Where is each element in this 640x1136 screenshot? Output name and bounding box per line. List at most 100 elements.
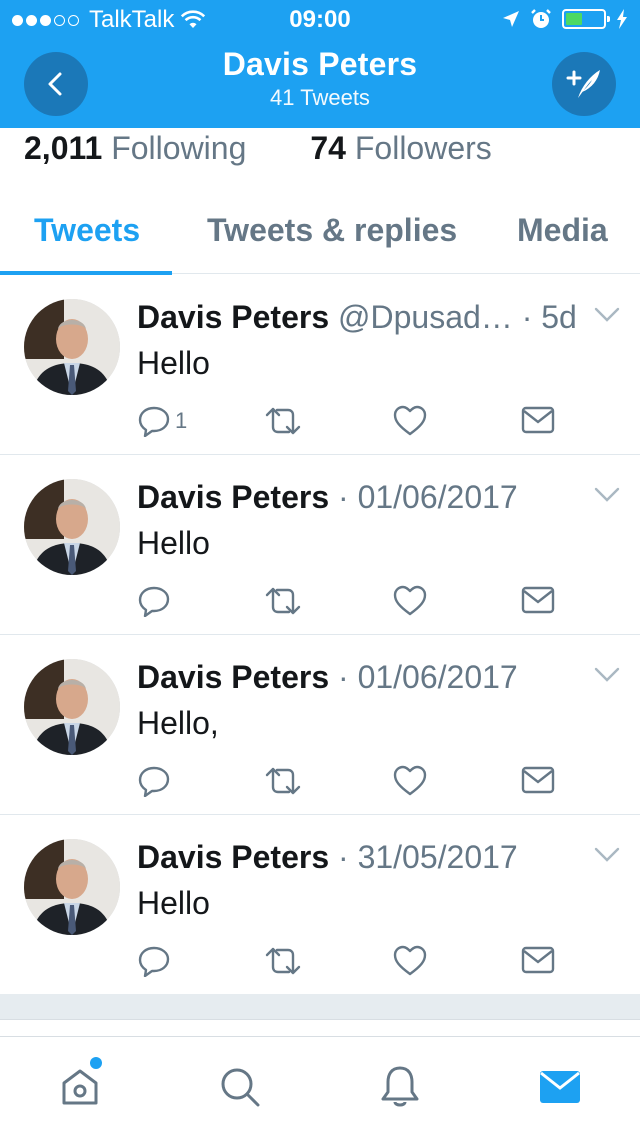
tweet-actions — [137, 945, 567, 987]
tweet-row[interactable]: Davis Peters · 31/05/2017 Hello — [0, 815, 640, 995]
tweet-header: Davis Peters @Dpusad… · 5d — [137, 295, 577, 339]
tweet-author-name[interactable]: Davis Peters — [137, 839, 329, 875]
heart-icon — [393, 945, 427, 976]
reply-icon — [138, 766, 170, 797]
retweet-button[interactable] — [263, 405, 303, 437]
compose-tweet-icon — [566, 70, 600, 98]
tab-tweets-and-replies[interactable]: Tweets & replies — [207, 188, 457, 274]
tweet-author-name[interactable]: Davis Peters — [137, 299, 329, 335]
messages-icon — [540, 1071, 580, 1103]
avatar-image — [24, 659, 120, 755]
like-button[interactable] — [393, 945, 427, 977]
reply-button[interactable] — [137, 765, 175, 797]
envelope-icon — [521, 406, 555, 434]
retweet-icon — [265, 947, 301, 975]
reply-count: 1 — [175, 408, 188, 433]
heart-icon — [393, 765, 427, 796]
compose-tweet-button[interactable] — [552, 52, 616, 116]
retweet-button[interactable] — [263, 945, 303, 977]
bottom-tab-bar — [0, 1036, 640, 1136]
tweet-author-name[interactable]: Davis Peters — [137, 659, 329, 695]
tweet-actions — [137, 585, 567, 627]
direct-message-button[interactable] — [521, 945, 555, 975]
tweet-author-name[interactable]: Davis Peters — [137, 479, 329, 515]
tweet-row[interactable]: Davis Peters · 01/06/2017 Hello — [0, 455, 640, 635]
reply-button[interactable] — [137, 945, 175, 977]
status-bar: TalkTalk 09:00 — [0, 0, 640, 40]
tab-media[interactable]: Media — [517, 188, 608, 274]
tweet-row[interactable]: Davis Peters · 01/06/2017 Hello, — [0, 635, 640, 815]
avatar[interactable] — [24, 479, 120, 575]
retweet-icon — [265, 407, 301, 435]
tweet-header: Davis Peters · 01/06/2017 — [137, 655, 518, 699]
avatar-image — [24, 839, 120, 935]
tab-notifications[interactable] — [376, 1063, 424, 1111]
reply-icon — [138, 586, 170, 617]
avatar-image — [24, 479, 120, 575]
profile-name-title: Davis Peters — [222, 46, 418, 82]
status-right — [502, 8, 628, 30]
envelope-icon — [521, 946, 555, 974]
tweet-text: Hello — [137, 345, 210, 381]
retweet-icon — [265, 587, 301, 615]
charging-bolt-icon — [617, 9, 627, 29]
tweet-text: Hello — [137, 885, 210, 921]
tab-home[interactable] — [56, 1063, 104, 1111]
tweet-header: Davis Peters · 31/05/2017 — [137, 835, 518, 879]
profile-stats: 2,011 Following 74 Followers — [24, 128, 492, 172]
followers-stat[interactable]: 74 Followers — [310, 128, 491, 172]
profile-header: TalkTalk 09:00 Davis Peters 41 Tweets — [0, 0, 640, 128]
tab-search[interactable] — [216, 1063, 264, 1111]
like-button[interactable] — [393, 405, 427, 437]
following-count: 2,011 — [24, 130, 103, 166]
notifications-icon — [381, 1066, 419, 1107]
retweet-button[interactable] — [263, 585, 303, 617]
tweet-text: Hello, — [137, 705, 219, 741]
tab-messages[interactable] — [536, 1063, 584, 1111]
envelope-icon — [521, 586, 555, 614]
reply-button[interactable] — [137, 585, 175, 617]
tweet-actions: 1 — [137, 405, 567, 447]
heart-icon — [393, 585, 427, 616]
chevron-down-icon[interactable] — [594, 487, 620, 503]
battery-level — [566, 13, 582, 25]
avatar-image — [24, 299, 120, 395]
tweet-row[interactable]: Davis Peters @Dpusad… · 5d Hello 1 — [0, 275, 640, 455]
direct-message-button[interactable] — [521, 765, 555, 795]
like-button[interactable] — [393, 585, 427, 617]
tweet-meta: @Dpusad… · 5d — [338, 299, 577, 335]
tweet-header: Davis Peters · 01/06/2017 — [137, 475, 518, 519]
avatar[interactable] — [24, 839, 120, 935]
heart-icon — [393, 405, 427, 436]
home-icon — [62, 1069, 98, 1105]
home-new-indicator — [90, 1057, 102, 1069]
alarm-clock-icon — [531, 9, 551, 28]
reply-button[interactable]: 1 — [137, 405, 187, 437]
tweet-actions — [137, 765, 567, 807]
chevron-down-icon[interactable] — [594, 667, 620, 683]
battery-icon — [562, 9, 610, 29]
avatar[interactable] — [24, 299, 120, 395]
chevron-down-icon[interactable] — [594, 307, 620, 323]
envelope-icon — [521, 766, 555, 794]
like-button[interactable] — [393, 765, 427, 797]
avatar[interactable] — [24, 659, 120, 755]
tab-tweets[interactable]: Tweets — [0, 188, 173, 275]
tweet-meta: · 31/05/2017 — [338, 839, 518, 875]
reply-icon — [138, 946, 170, 977]
profile-tabs: Tweets Tweets & replies Media — [0, 188, 640, 275]
list-end-divider — [0, 994, 640, 1020]
following-label: Following — [111, 130, 247, 166]
tweet-meta: · 01/06/2017 — [338, 659, 518, 695]
retweet-button[interactable] — [263, 765, 303, 797]
following-stat[interactable]: 2,011 Following — [24, 128, 246, 172]
search-icon — [221, 1068, 260, 1107]
followers-label: Followers — [354, 130, 492, 166]
chevron-down-icon[interactable] — [594, 847, 620, 863]
tweet-text: Hello — [137, 525, 210, 561]
tweet-meta: · 01/06/2017 — [338, 479, 518, 515]
direct-message-button[interactable] — [521, 585, 555, 615]
reply-icon — [138, 406, 170, 437]
direct-message-button[interactable] — [521, 405, 555, 435]
tweet-count: 41 Tweets — [270, 85, 370, 110]
